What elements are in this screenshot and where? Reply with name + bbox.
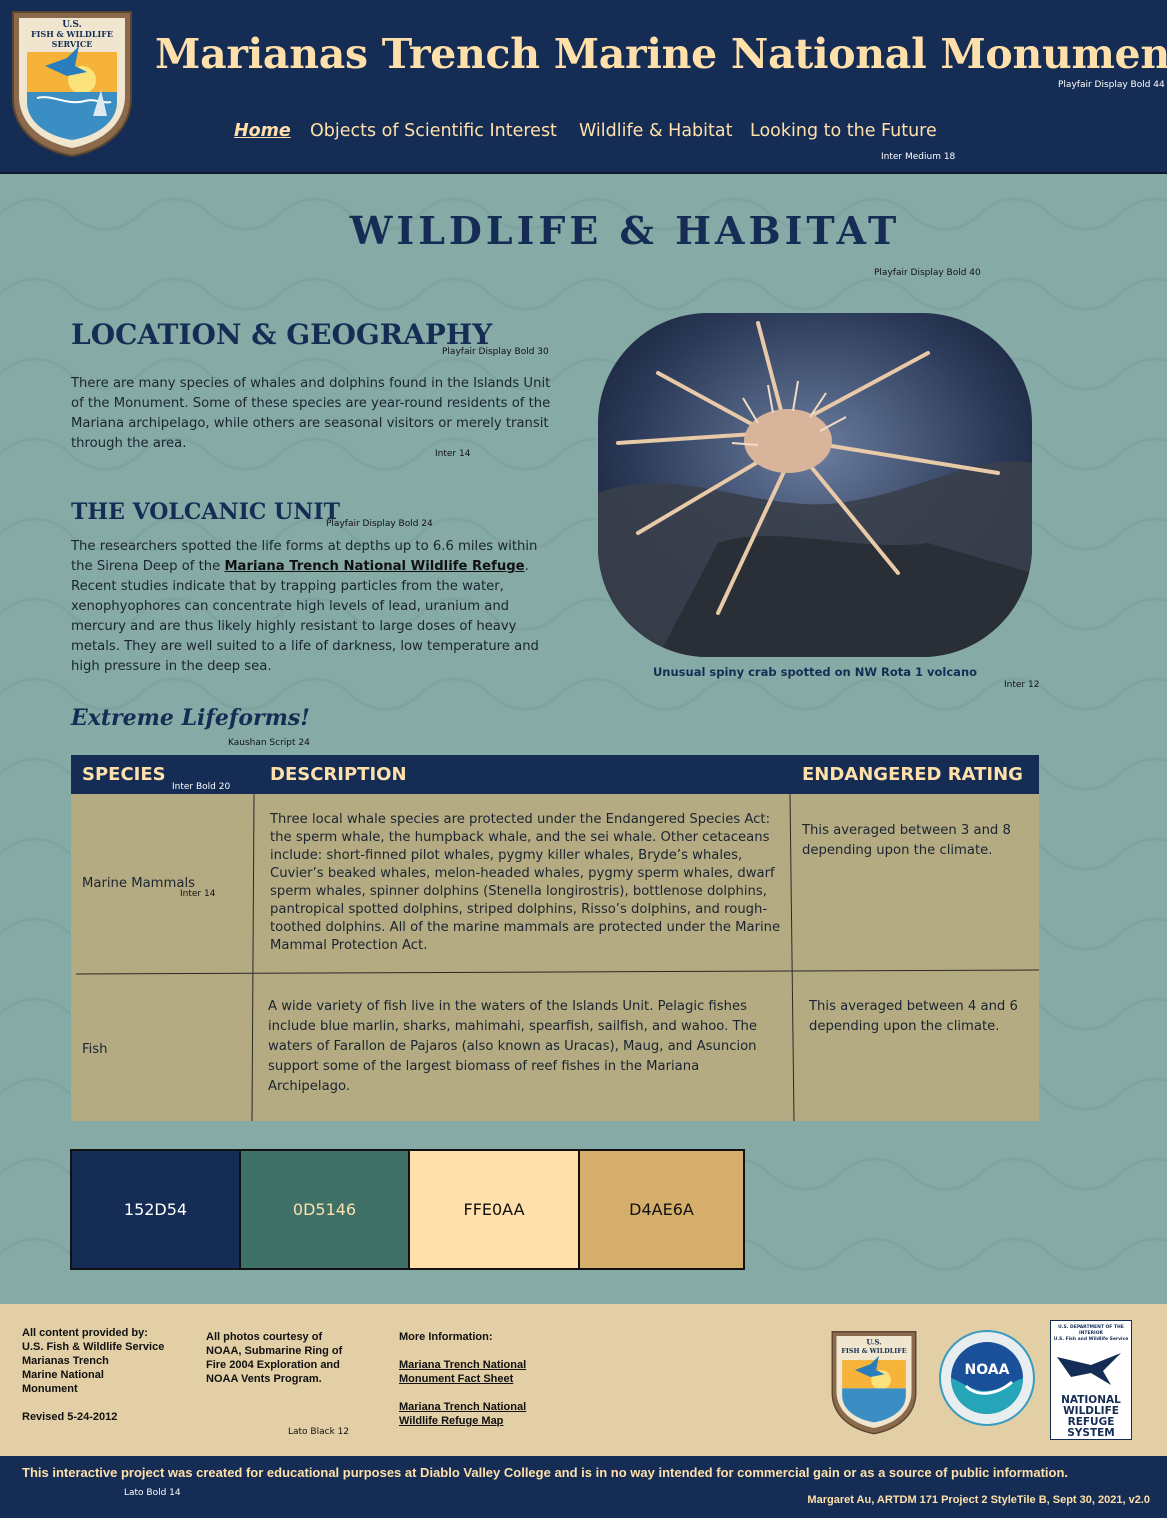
- credits-line: Marine National: [22, 1369, 104, 1381]
- credits-line: NOAA Vents Program.: [206, 1373, 322, 1385]
- caption-font-note: Inter 12: [1004, 680, 1040, 690]
- nwrs-top: U.S. DEPARTMENT OF THE INTERIOR U.S. Fis…: [1051, 1325, 1131, 1343]
- nwrs-top-line: U.S. DEPARTMENT OF THE INTERIOR: [1058, 1325, 1124, 1336]
- row1-description: Three local whale species are protected …: [270, 812, 781, 953]
- credits-content: All content provided by: U.S. Fish & Wil…: [22, 1326, 164, 1396]
- th-description: DESCRIPTION: [270, 764, 407, 785]
- species-font-note: Inter 14: [180, 889, 216, 899]
- refuge-map-link[interactable]: Mariana Trench National Wildlife Refuge …: [399, 1400, 526, 1428]
- nwrs-line: SYSTEM: [1067, 1427, 1115, 1439]
- goose-icon: [1057, 1353, 1121, 1385]
- disclaimer-font-note: Lato Bold 14: [124, 1488, 181, 1498]
- th-species: SPECIES: [82, 764, 166, 785]
- fws-logo[interactable]: U.S. FISH & WILDLIFE SERVICE: [7, 6, 137, 160]
- link-line: Mariana Trench National: [399, 1359, 527, 1371]
- nav-looking-to-the-future[interactable]: Looking to the Future: [750, 121, 937, 141]
- page-heading: WILDLIFE & HABITAT: [349, 208, 901, 253]
- revised-date: Revised 5-24-2012: [22, 1411, 118, 1423]
- volcanic-text-b: . Recent studies indicate that by trappi…: [71, 559, 539, 674]
- link-line: Mariana Trench National: [399, 1401, 527, 1413]
- disclaimer: This interactive project was created for…: [22, 1465, 1069, 1480]
- credits-line: NOAA, Submarine Ring of: [206, 1345, 343, 1357]
- nwrs-logo[interactable]: U.S. DEPARTMENT OF THE INTERIOR U.S. Fis…: [1050, 1320, 1132, 1440]
- row1-rating: This averaged between 3 and 8 depending …: [802, 823, 1011, 858]
- logo-text-2: FISH & WILDLIFE: [31, 29, 113, 39]
- volcanic-title: THE VOLCANIC UNIT: [71, 499, 341, 525]
- volcanic-title-note: Playfair Display Bold 24: [326, 519, 433, 529]
- heading-font-note: Playfair Display Bold 40: [874, 268, 981, 278]
- credits-line: Monument: [22, 1383, 78, 1395]
- photo-caption: Unusual spiny crab spotted on NW Rota 1 …: [652, 665, 978, 679]
- site-header: U.S. FISH & WILDLIFE SERVICE Marianas Tr…: [0, 0, 1167, 174]
- credits-line: All content provided by:: [22, 1327, 148, 1339]
- nwrs-name: NATIONAL WILDLIFE REFUGE SYSTEM: [1051, 1395, 1131, 1439]
- swatch-label: D4AE6A: [629, 1200, 694, 1219]
- location-text-note: Inter 14: [435, 449, 471, 459]
- logo-text-1: U.S.: [866, 1337, 881, 1346]
- noaa-logo[interactable]: NOAA: [938, 1322, 1036, 1438]
- credits-line: Fire 2004 Exploration and: [206, 1359, 340, 1371]
- link-line: Wildlife Refuge Map: [399, 1415, 504, 1427]
- swatch-label: 0D5146: [292, 1200, 357, 1219]
- swatch-gold: D4AE6A: [578, 1149, 745, 1270]
- fws-footer-logo[interactable]: U.S. FISH & WILDLIFE: [828, 1324, 920, 1440]
- credits-line: All photos courtesy of: [206, 1331, 323, 1343]
- extreme-title: Extreme Lifeforms!: [71, 705, 310, 731]
- fact-sheet-link[interactable]: Mariana Trench National Monument Fact Sh…: [399, 1358, 526, 1386]
- credits-line: U.S. Fish & Wildlife Service: [22, 1341, 165, 1353]
- logo-text-2: FISH & WILDLIFE: [841, 1348, 906, 1355]
- table-header: SPECIES DESCRIPTION ENDANGERED RATING In…: [71, 755, 1039, 794]
- credits-line: Marianas Trench: [22, 1355, 109, 1367]
- link-line: Monument Fact Sheet: [399, 1373, 514, 1385]
- swatch-navy: 152D54: [70, 1149, 241, 1270]
- credits-photos: All photos courtesy of NOAA, Submarine R…: [206, 1330, 342, 1386]
- row1-species: Marine Mammals: [82, 876, 195, 891]
- footer-font-note: Lato Black 12: [288, 1427, 350, 1437]
- swatch-label: FFE0AA: [463, 1200, 525, 1219]
- species-table: SPECIES DESCRIPTION ENDANGERED RATING In…: [71, 755, 1039, 1121]
- volcanic-text: The researchers spotted the life forms a…: [71, 537, 561, 677]
- row2-species: Fish: [82, 1042, 108, 1057]
- location-title-note: Playfair Display Bold 30: [442, 347, 549, 357]
- footer: All content provided by: U.S. Fish & Wil…: [0, 1304, 1167, 1456]
- noaa-text: NOAA: [965, 1362, 1010, 1378]
- nav-wildlife-habitat[interactable]: Wildlife & Habitat: [579, 121, 732, 141]
- bottom-bar: This interactive project was created for…: [0, 1456, 1167, 1518]
- location-text: There are many species of whales and dol…: [71, 376, 551, 451]
- swatch-cream: FFE0AA: [408, 1149, 580, 1270]
- nav-font-note: Inter Medium 18: [881, 152, 956, 162]
- signature: Margaret Au, ARTDM 171 Project 2 StyleTi…: [807, 1494, 1150, 1506]
- title-font-note: Playfair Display Bold 44: [1058, 80, 1165, 90]
- row2-rating: This averaged between 4 and 6 depending …: [809, 999, 1018, 1034]
- extreme-title-note: Kaushan Script 24: [228, 738, 310, 748]
- th-font-note: Inter Bold 20: [172, 782, 231, 792]
- more-info-label: More Information:: [399, 1331, 493, 1343]
- logo-text-3: SERVICE: [52, 39, 93, 49]
- nav-objects-of-scientific-interest[interactable]: Objects of Scientific Interest: [310, 121, 557, 141]
- location-title: LOCATION & GEOGRAPHY: [71, 318, 493, 351]
- site-title: Marianas Trench Marine National Monument: [155, 30, 1167, 78]
- row2-description: A wide variety of fish live in the water…: [268, 999, 758, 1094]
- swatch-label: 152D54: [123, 1200, 188, 1219]
- nav-home[interactable]: Home: [234, 121, 291, 141]
- refuge-link[interactable]: Mariana Trench National Wildlife Refuge: [224, 559, 524, 574]
- th-endangered-rating: ENDANGERED RATING: [802, 764, 1023, 785]
- crab-photo: [598, 313, 1032, 657]
- swatch-teal: 0D5146: [239, 1149, 410, 1270]
